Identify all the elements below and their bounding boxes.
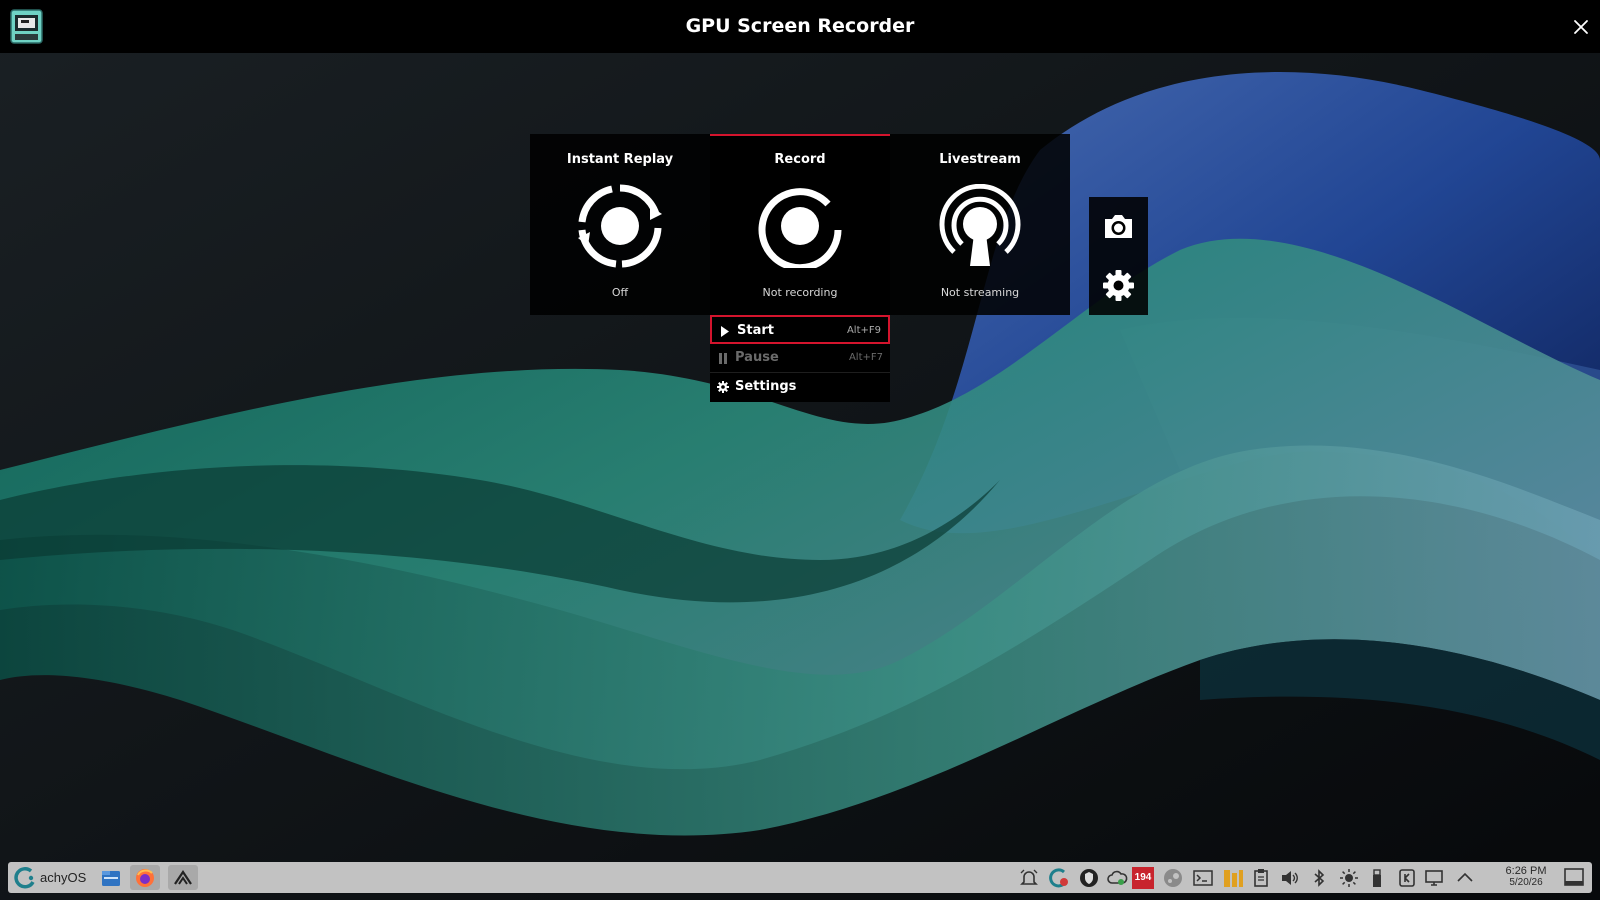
tray-notification[interactable]	[1018, 867, 1040, 889]
livestream-icon	[939, 184, 1021, 266]
start-menu-button[interactable]: achyOS	[12, 865, 94, 890]
camera-icon	[1105, 215, 1132, 238]
speaker-icon	[1282, 871, 1298, 885]
tray-brightness[interactable]	[1338, 867, 1360, 889]
folder-icon	[102, 871, 120, 886]
tray-vpn[interactable]	[1078, 867, 1100, 889]
menu-item-label: Start	[737, 323, 774, 338]
menu-item-label: Pause	[735, 350, 779, 365]
card-title: Record	[774, 152, 826, 167]
menu-item-shortcut: Alt+F7	[848, 352, 883, 363]
distro-logo-icon	[14, 867, 35, 889]
tray-steam[interactable]	[1162, 867, 1184, 889]
record-card[interactable]: Record Not recording	[710, 134, 890, 315]
tray-password-manager[interactable]	[1396, 867, 1418, 889]
chevron-up-icon	[1457, 872, 1473, 882]
tray-app-n[interactable]	[1222, 867, 1244, 889]
card-title: Livestream	[939, 152, 1021, 167]
menu-item-shortcut: Alt+F9	[846, 325, 881, 336]
bell-alert-icon	[1020, 869, 1038, 885]
arch-like-app-icon	[174, 870, 192, 885]
tray-updates[interactable]	[1048, 867, 1070, 889]
menu-item-label: Settings	[735, 379, 797, 394]
taskbar-clock[interactable]: 6:26 PM 5/20/26	[1496, 865, 1556, 889]
livestream-status: Not streaming	[940, 286, 1020, 299]
usb-drive-icon	[1373, 869, 1381, 887]
pause-icon	[719, 353, 727, 364]
tray-cloud-sync[interactable]	[1106, 867, 1128, 889]
steam-icon	[1164, 869, 1182, 887]
record-status: Not recording	[762, 286, 838, 299]
tray-display[interactable]	[1424, 867, 1446, 889]
bluetooth-icon	[1314, 869, 1325, 887]
clipboard-icon	[1254, 869, 1268, 887]
start-label: achyOS	[40, 870, 87, 885]
n-app-icon	[1224, 870, 1243, 887]
start-recording-item[interactable]: Start Alt+F9	[710, 315, 890, 344]
global-settings-button[interactable]	[1089, 256, 1148, 315]
shield-icon	[1080, 869, 1098, 887]
instant-replay-status: Off	[611, 286, 629, 299]
tray-clipboard[interactable]	[1250, 867, 1272, 889]
instant-replay-card[interactable]: Instant Replay Off	[530, 134, 710, 315]
tray-counter-badge[interactable]: 194	[1132, 867, 1154, 889]
tray-terminal[interactable]	[1192, 867, 1214, 889]
update-icon	[1049, 868, 1068, 888]
tray-volume[interactable]	[1278, 867, 1300, 889]
gear-icon	[717, 381, 729, 393]
record-menu: Start Alt+F9 Pause Alt+F7 Settings	[710, 315, 890, 402]
app-title: GPU Screen Recorder	[685, 15, 915, 37]
clock-date: 5/20/26	[1509, 877, 1543, 888]
clock-time: 6:26 PM	[1505, 865, 1547, 877]
play-icon	[721, 326, 729, 337]
taskbar-file-manager[interactable]	[96, 865, 126, 890]
close-icon[interactable]	[1570, 16, 1592, 38]
livestream-card[interactable]: Livestream Not streaming	[890, 134, 1070, 315]
tray-bluetooth[interactable]	[1308, 867, 1330, 889]
taskbar-gpu-screen-recorder[interactable]	[168, 865, 198, 890]
taskbar-firefox[interactable]	[130, 865, 160, 890]
record-settings-item[interactable]: Settings	[710, 373, 890, 402]
monitor-icon	[1425, 870, 1443, 886]
terminal-icon	[1193, 870, 1213, 886]
overlay-title-bar: GPU Screen Recorder	[0, 0, 1600, 53]
tray-expand[interactable]	[1454, 867, 1476, 889]
keepass-icon	[1399, 869, 1415, 887]
record-icon	[758, 188, 842, 268]
cloud-icon	[1107, 870, 1128, 885]
taskbar: achyOS 194 6:26 PM 5/20/26	[8, 862, 1592, 893]
pause-recording-item[interactable]: Pause Alt+F7	[710, 344, 890, 373]
instant-replay-icon	[578, 184, 662, 268]
sun-icon	[1340, 869, 1358, 887]
gear-icon	[1103, 270, 1134, 301]
card-title: Instant Replay	[566, 152, 674, 167]
tray-usb[interactable]	[1366, 867, 1388, 889]
screenshot-button[interactable]	[1089, 197, 1148, 256]
show-desktop-icon[interactable]	[1564, 868, 1584, 886]
side-tools-panel	[1089, 197, 1148, 315]
firefox-icon	[136, 869, 154, 887]
